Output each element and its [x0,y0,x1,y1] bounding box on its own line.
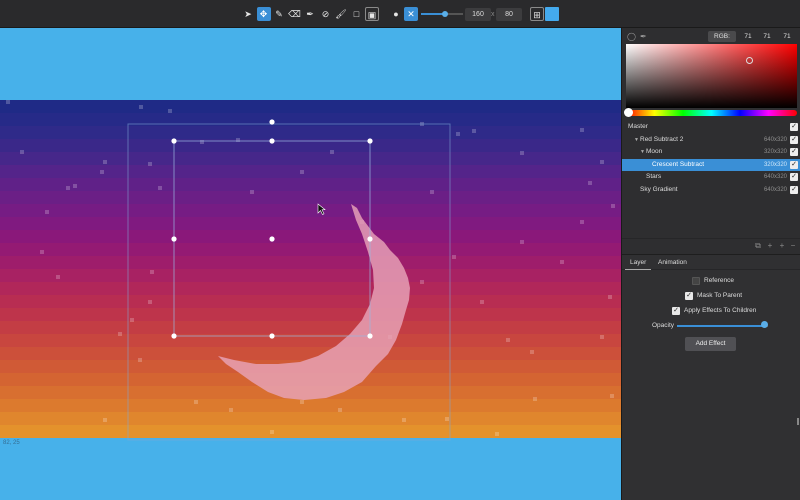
move-tool-icon[interactable]: ✥ [257,7,271,21]
red-value[interactable]: 71 [740,31,756,42]
width-field[interactable]: 160 [465,8,491,21]
layer-size: 320x320 [764,146,787,159]
transform-handle[interactable] [269,236,274,241]
reference-checkbox[interactable] [692,277,700,285]
eyedropper-tool-icon[interactable]: ✒ [303,7,317,21]
layer-row[interactable]: Stars 640x320✓ [622,171,800,184]
tab-animation[interactable]: Animation [653,255,692,270]
brush-size-slider[interactable] [421,13,463,15]
mask-to-parent-label: Mask To Parent [697,291,742,301]
layer-visibility-checkbox[interactable]: ✓ [790,186,798,194]
opacity-slider[interactable] [677,325,768,327]
reference-label: Reference [704,276,734,286]
size-separator: x [491,8,495,21]
layer-row[interactable]: Crescent Subtract 320x320✓ [622,159,800,172]
delete-layer-icon[interactable]: − [789,242,797,250]
canvas[interactable]: 82, 25 [0,28,621,500]
disclosure-triangle-icon[interactable]: ▼ [634,134,639,147]
layer-visibility-checkbox[interactable]: ✓ [790,148,798,156]
layer-name: Stars [646,171,661,184]
mouse-cursor[interactable] [318,204,325,215]
disclosure-triangle-icon[interactable]: ▼ [640,146,645,159]
layer-name: Master [628,121,648,134]
transform-handle[interactable] [171,138,176,143]
add-layer-icon[interactable]: + [778,242,786,250]
transform-handle[interactable] [367,236,372,241]
apply-effects-checkbox[interactable]: ✓ [672,307,680,315]
transform-handle[interactable] [367,333,372,338]
green-value[interactable]: 71 [759,31,775,42]
eraser-tool-icon[interactable]: ⌫ [288,7,302,21]
layer-visibility-checkbox[interactable]: ✓ [790,161,798,169]
layer-name: Moon [646,146,662,159]
blue-value[interactable]: 71 [779,31,795,42]
grid-icon[interactable]: ⊞ [530,7,544,21]
primary-color-swatch[interactable] [545,7,559,21]
panel-resize-handle[interactable] [797,418,799,425]
layer-row[interactable]: Master ✓ [622,121,800,134]
property-tabs: Layer Animation [622,255,800,270]
saturation-knob[interactable] [746,57,753,64]
transform-handle[interactable] [269,119,274,124]
color-picker-header: ◯ ✒ RGB: 71 71 71 [622,28,800,44]
layer-list: Master✓▼Red Subtract 2640x320✓▼Moon320x3… [622,121,800,196]
layer-toolbar: ⧉ + + − [622,238,800,252]
transform-handle[interactable] [269,138,274,143]
fill-tool-icon[interactable]: ⊘ [319,7,333,21]
transform-handle[interactable] [171,236,176,241]
layer-name: Sky Gradient [640,184,678,197]
opacity-fill [677,325,765,327]
color-mode-select[interactable]: RGB: [708,31,736,42]
properties-panel: Layer Animation Reference ✓ Mask To Pare… [622,254,800,500]
layer-row[interactable]: ▼Moon 320x320✓ [622,146,800,159]
hue-slider[interactable] [626,110,797,116]
selection-overlay[interactable] [0,28,621,500]
tab-layer[interactable]: Layer [625,255,651,270]
right-panel: ◯ ✒ RGB: 71 71 71 Master✓▼Red Subtract 2… [621,28,800,500]
layer-row[interactable]: ▼Red Subtract 2 640x320✓ [622,134,800,147]
layer-size: 640x320 [764,184,787,197]
rectangle-tool-icon[interactable]: □ [350,7,364,21]
transform-handle[interactable] [269,333,274,338]
opacity-label: Opacity [652,322,674,329]
layer-size: 640x320 [764,171,787,184]
layer-bounds[interactable] [128,124,450,440]
snap-toggle-icon[interactable]: ✕ [404,7,418,21]
brush-size-knob[interactable] [442,11,448,17]
toolbar: ➤✥✎⌫✒⊘🖌□▣ ● ✕ 160 x 80 ⊞ [0,0,800,28]
transform-handle[interactable] [367,138,372,143]
layer-visibility-checkbox[interactable]: ✓ [790,173,798,181]
layer-row[interactable]: Sky Gradient 640x320✓ [622,184,800,197]
circle-brush-icon[interactable]: ● [389,7,403,21]
eyedropper-icon[interactable]: ✒ [640,32,649,41]
duplicate-layer-icon[interactable]: ⧉ [754,242,762,250]
layer-size: 640x320 [764,134,787,147]
saturation-value-picker[interactable] [626,44,797,108]
color-wheel-icon[interactable]: ◯ [627,32,636,41]
add-group-icon[interactable]: + [766,242,774,250]
shape-tool-icon[interactable]: ▣ [365,7,379,21]
select-tool-icon[interactable]: ➤ [241,7,255,21]
layer-name: Crescent Subtract [652,159,704,172]
add-effect-button[interactable]: Add Effect [685,337,736,351]
apply-effects-label: Apply Effects To Children [684,306,756,316]
layer-size: 320x320 [764,159,787,172]
mask-to-parent-checkbox[interactable]: ✓ [685,292,693,300]
layer-visibility-checkbox[interactable]: ✓ [790,123,798,131]
cursor-coordinates: 82, 25 [3,440,20,446]
layer-visibility-checkbox[interactable]: ✓ [790,136,798,144]
hue-knob[interactable] [624,108,633,117]
pencil-tool-icon[interactable]: ✎ [272,7,286,21]
transform-handle[interactable] [171,333,176,338]
height-field[interactable]: 80 [496,8,522,21]
layer-name: Red Subtract 2 [640,134,683,147]
brush-tool-icon[interactable]: 🖌 [334,7,348,21]
